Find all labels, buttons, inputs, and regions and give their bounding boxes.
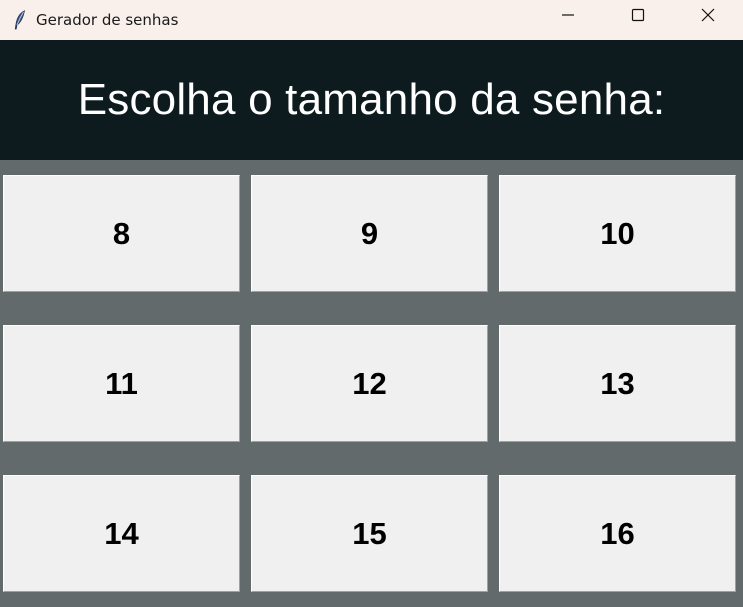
window-controls	[533, 0, 743, 34]
length-button-10[interactable]: 10	[499, 175, 736, 292]
length-button-12[interactable]: 12	[251, 325, 488, 442]
length-button-9[interactable]: 9	[251, 175, 488, 292]
length-button-14[interactable]: 14	[3, 475, 240, 592]
password-length-grid: 8 9 10 11 12 13 14 15 16	[0, 160, 743, 607]
length-button-13[interactable]: 13	[499, 325, 736, 442]
length-button-15[interactable]: 15	[251, 475, 488, 592]
length-button-11[interactable]: 11	[3, 325, 240, 442]
feather-icon	[12, 10, 28, 30]
close-icon	[700, 7, 716, 28]
maximize-icon	[630, 7, 646, 28]
window-title: Gerador de senhas	[36, 11, 179, 29]
header-banner: Escolha o tamanho da senha:	[0, 40, 743, 160]
close-button[interactable]	[673, 0, 743, 34]
maximize-button[interactable]	[603, 0, 673, 34]
title-bar: Gerador de senhas	[0, 0, 743, 40]
minimize-button[interactable]	[533, 0, 603, 34]
minimize-icon	[560, 7, 576, 28]
header-title: Escolha o tamanho da senha:	[77, 75, 666, 124]
length-button-8[interactable]: 8	[3, 175, 240, 292]
length-button-16[interactable]: 16	[499, 475, 736, 592]
